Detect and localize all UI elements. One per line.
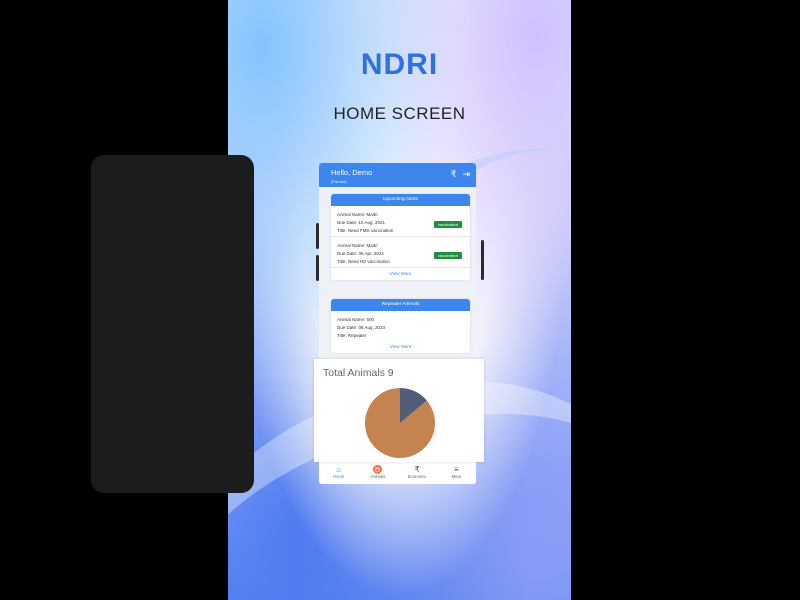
tab-label: More [451,474,462,479]
alert-title: Title: Need FMD vaccination [337,228,394,233]
card-title: Upcoming Alerts [331,194,470,206]
list-item[interactable]: Animal Name: Maitri Due Date: 10 Aug, 20… [331,206,470,237]
card-title: Repeater Animals [331,299,470,311]
due-date: Due Date: 10 Aug, 2021 [337,220,386,225]
rupee-icon[interactable]: ₹ [451,169,457,180]
animal-name: Animal Name: 500 [337,317,375,322]
tab-more[interactable]: ≡ More [441,465,471,479]
tab-label: Economic [407,474,427,479]
status-badge: vaccination [433,221,462,228]
home-icon: ⌂ [336,465,342,474]
tab-label: Home [332,474,345,479]
menu-icon: ≡ [454,465,459,474]
phone-power-button [481,240,484,280]
status-badge: vaccination [433,252,462,259]
app-header: Hello, Demo (Farmer) ₹ ⇥ [319,163,476,187]
tab-home[interactable]: ⌂ Home [324,465,354,479]
due-date: Due Date: 08 Aug, 2023 [337,325,386,330]
animal-name: Animal Name: Maitri [337,212,378,217]
screen-title: HOME SCREEN [333,104,466,123]
role-text: (Farmer) [331,179,347,184]
list-item[interactable]: Animal Name: 500 Due Date: 08 Aug, 2023 … [331,311,470,341]
cow-icon: ♉ [372,465,383,474]
due-date: Due Date: 06 Apr, 2022 [337,251,384,256]
animal-name: Animal Name: Maitri [337,243,378,248]
bottom-tab-bar: ⌂ Home ♉ Animals ₹ Economic ≡ More [319,459,476,484]
total-animals-title: Total Animals 9 [323,367,394,379]
tab-label: Animals [370,474,386,479]
total-animals-pie-chart [365,388,435,458]
alert-title: Title: Need HS vaccination [337,259,390,264]
rupee-icon: ₹ [414,465,420,474]
upcoming-alerts-card: Upcoming Alerts Animal Name: Maitri Due … [331,194,470,280]
tab-animals[interactable]: ♉ Animals [363,465,393,479]
alert-title: Title: Repeater [337,333,367,338]
total-animals-panel: Total Animals 9 [314,359,484,462]
repeater-animals-card: Repeater Animals Animal Name: 500 Due Da… [331,299,470,353]
list-item[interactable]: Animal Name: Maitri Due Date: 06 Apr, 20… [331,237,470,268]
view-more-link[interactable]: View More [331,341,470,353]
brand-logo: NDRI [360,48,439,81]
view-more-link[interactable]: View More [331,268,470,280]
tab-economic[interactable]: ₹ Economic [402,465,432,479]
phone-frame [91,155,254,493]
greeting-text: Hello, Demo [331,168,373,177]
logout-icon[interactable]: ⇥ [462,169,470,180]
